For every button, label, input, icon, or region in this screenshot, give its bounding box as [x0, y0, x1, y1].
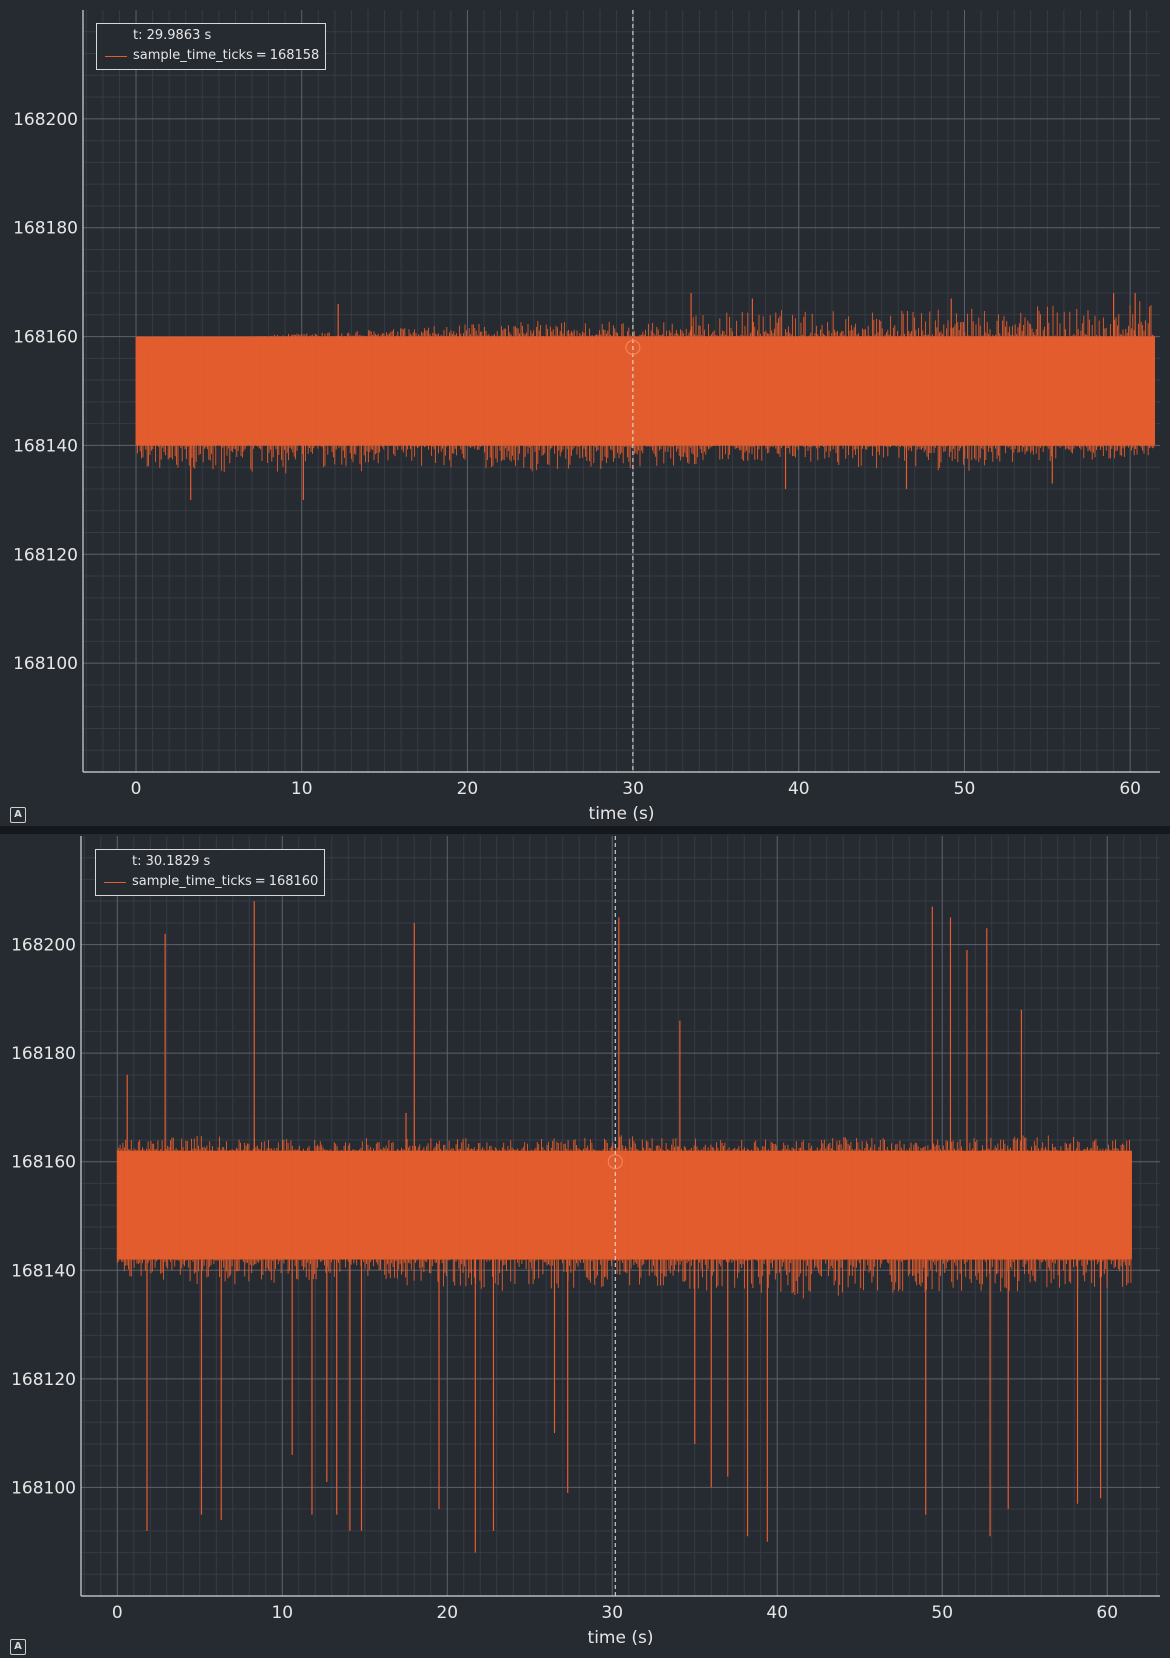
y-tick-label: 168120 [11, 1370, 76, 1390]
legend-box: t: 29.9863 s sample_time_ticks = 168158 [96, 23, 327, 70]
series-swatch [104, 881, 126, 883]
series-swatch [105, 55, 127, 57]
y-tick-label: 168180 [13, 219, 78, 239]
x-tick-label: 40 [766, 1603, 788, 1623]
series-value: 168158 [269, 48, 320, 63]
series-label: sample_time_ticks [133, 48, 253, 63]
plot-panel-top[interactable]: 0 10 20 30 40 50 60 168100 168120 168140 168160 168… [0, 0, 1170, 826]
x-tick-label: 20 [436, 1603, 458, 1623]
y-tick-label: 168140 [13, 436, 78, 456]
series-sample_time_ticks [135, 293, 1156, 500]
y-tick-label: 168100 [13, 654, 78, 674]
x-tick-label: 30 [601, 1603, 623, 1623]
x-axis-label: time (s) [589, 804, 655, 824]
y-tick-label: 168180 [11, 1044, 76, 1064]
y-tick-label: 168140 [11, 1261, 76, 1281]
series-sample_time_ticks [116, 901, 1132, 1553]
chart-svg-top[interactable]: 0 10 20 30 40 50 60 168100 168120 168140 168160 168… [0, 0, 1170, 826]
x-tick-label: 40 [788, 779, 810, 799]
cursor-time-label: t: 29.9863 s [133, 28, 212, 43]
y-tick-label: 168120 [13, 545, 78, 565]
autoscale-icon[interactable]: A [10, 807, 26, 823]
autoscale-icon[interactable]: A [10, 1639, 26, 1655]
x-tick-label: 50 [954, 779, 976, 799]
y-tick-label: 168160 [11, 1153, 76, 1173]
y-tick-label: 168200 [11, 936, 76, 956]
y-tick-label: 168200 [13, 110, 78, 130]
y-tick-label: 168160 [13, 328, 78, 348]
x-tick-label: 50 [931, 1603, 953, 1623]
chart-svg-bottom[interactable]: 0 10 20 30 40 50 60 168100 168120 168140 168160 168… [0, 834, 1170, 1658]
x-tick-label: 0 [112, 1603, 123, 1623]
plot-panel-bottom[interactable]: 0 10 20 30 40 50 60 168100 168120 168140 168160 168… [0, 834, 1170, 1658]
x-tick-label: 60 [1096, 1603, 1118, 1623]
y-tick-label: 168100 [11, 1478, 76, 1498]
x-axis-label: time (s) [588, 1628, 654, 1648]
x-tick-label: 10 [291, 779, 313, 799]
x-tick-label: 10 [271, 1603, 293, 1623]
legend-box: t: 30.1829 s sample_time_ticks = 168160 [95, 849, 326, 896]
x-tick-label: 0 [131, 779, 142, 799]
series-value: 168160 [268, 874, 319, 889]
x-tick-label: 60 [1119, 779, 1141, 799]
x-tick-label: 20 [457, 779, 479, 799]
x-tick-label: 30 [622, 779, 644, 799]
series-label: sample_time_ticks [132, 874, 252, 889]
cursor-time-label: t: 30.1829 s [132, 854, 211, 869]
